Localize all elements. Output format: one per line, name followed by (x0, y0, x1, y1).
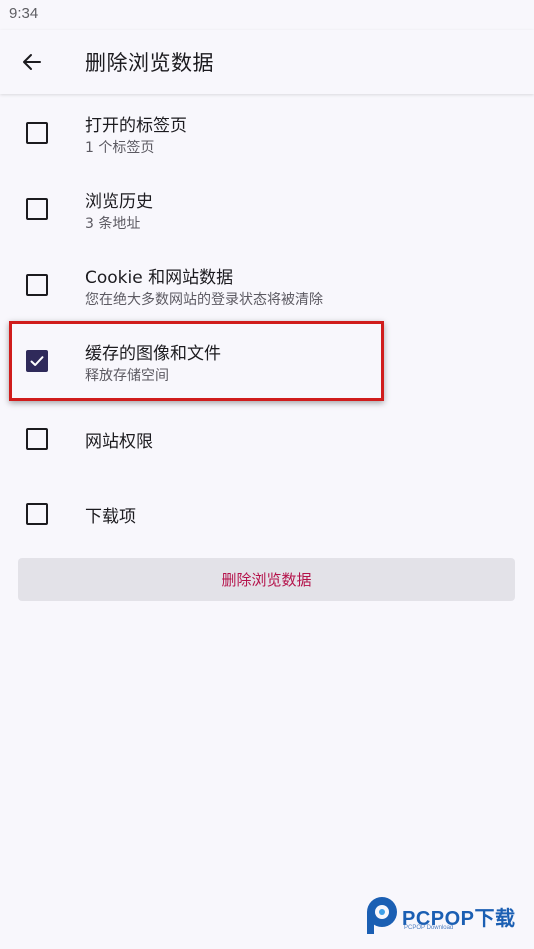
item-title: 缓存的图像和文件 (85, 344, 221, 364)
pcpop-logo-icon (367, 897, 397, 934)
status-time: 9:34 (9, 5, 39, 22)
item-title: Cookie 和网站数据 (85, 268, 234, 288)
watermark-logo: PCPOP下载 PCPOP Download (362, 892, 532, 940)
list-item-history[interactable]: 浏览历史 3 条地址 (0, 170, 534, 246)
app-bar: 删除浏览数据 (0, 30, 534, 94)
list-item-downloads[interactable]: 下载项 (0, 474, 534, 550)
checkbox-site-permissions[interactable] (26, 428, 48, 450)
item-title: 网站权限 (85, 432, 153, 452)
back-button[interactable] (12, 42, 52, 82)
delete-browsing-data-button[interactable]: 删除浏览数据 (18, 558, 515, 601)
list-item-site-permissions[interactable]: 网站权限 (0, 398, 534, 474)
checkbox-downloads[interactable] (26, 503, 48, 525)
item-title: 浏览历史 (85, 192, 153, 212)
item-title: 打开的标签页 (85, 116, 187, 136)
item-subtitle: 3 条地址 (85, 216, 141, 232)
item-title: 下载项 (85, 507, 136, 527)
list-item-cache[interactable]: 缓存的图像和文件 释放存储空间 (0, 322, 534, 398)
page-title: 删除浏览数据 (85, 51, 214, 75)
checkbox-history[interactable] (26, 198, 48, 220)
list-item-cookies[interactable]: Cookie 和网站数据 您在绝大多数网站的登录状态将被清除 (0, 246, 534, 322)
list-item-open-tabs[interactable]: 打开的标签页 1 个标签页 (0, 94, 534, 170)
item-subtitle: 1 个标签页 (85, 140, 155, 156)
watermark-tagline: PCPOP Download (404, 925, 454, 931)
checkbox-cache[interactable] (26, 350, 48, 372)
status-bar: 9:34 (0, 0, 534, 30)
item-subtitle: 您在绝大多数网站的登录状态将被清除 (85, 292, 323, 308)
item-subtitle: 释放存储空间 (85, 368, 169, 384)
checkbox-cookies[interactable] (26, 274, 48, 296)
checkbox-open-tabs[interactable] (26, 122, 48, 144)
check-icon (30, 356, 44, 366)
arrow-left-icon (23, 54, 41, 70)
